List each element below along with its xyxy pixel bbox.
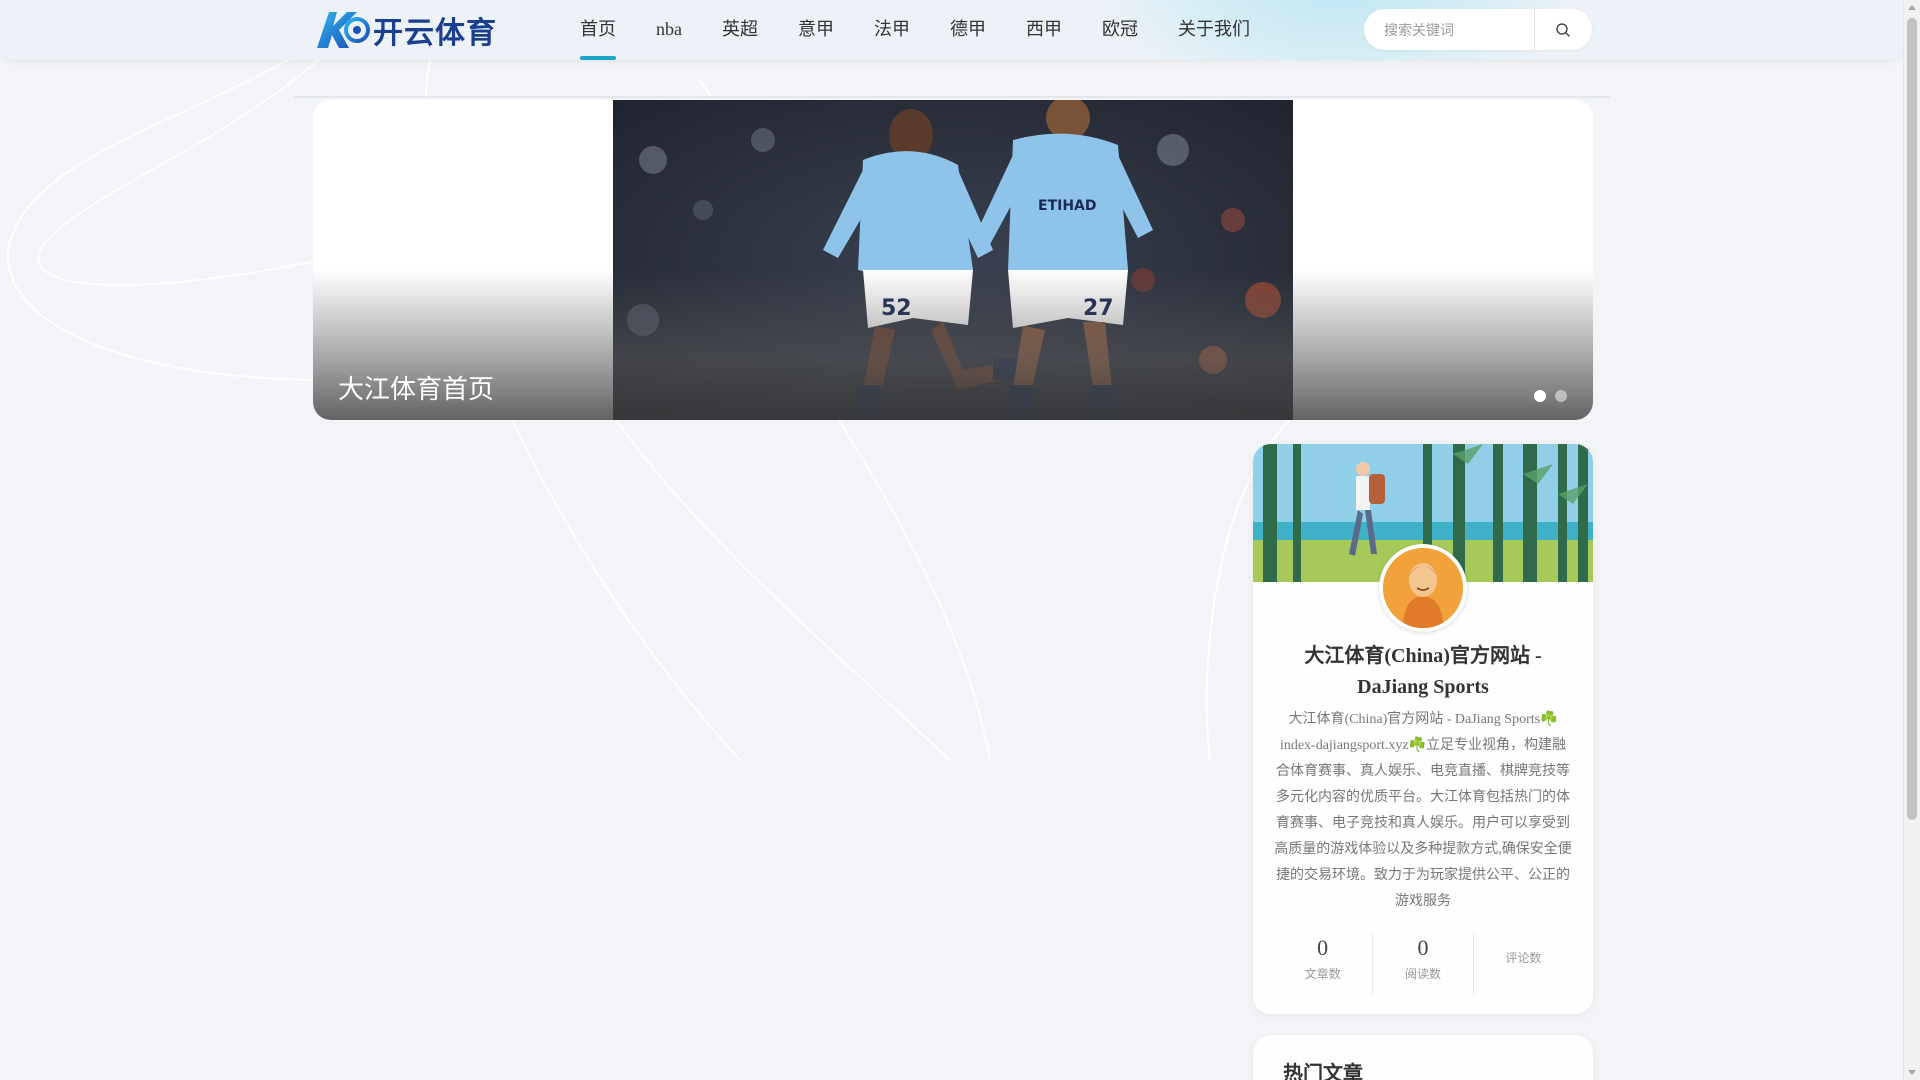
stat-reads-count: 0 — [1417, 935, 1429, 960]
banner-dot-1[interactable] — [1534, 390, 1546, 402]
nav-item-about-us[interactable]: 关于我们 — [1178, 0, 1250, 60]
stat-articles-label: 文章数 — [1304, 967, 1341, 981]
stat-comments-label: 评论数 — [1505, 951, 1542, 965]
search-icon — [1556, 22, 1570, 37]
banner-pagination — [1534, 390, 1567, 402]
nav-item-bundesliga[interactable]: 德甲 — [950, 0, 986, 60]
main-nav: 首页 nba 英超 意甲 法甲 德甲 西甲 欧冠 关于我们 — [560, 0, 1270, 60]
svg-text:ETIHAD: ETIHAD — [1038, 198, 1097, 214]
stat-comments: 评论数 — [1474, 934, 1573, 994]
scrollbar-thumb[interactable] — [1907, 18, 1917, 820]
stat-articles: 0 文章数 — [1273, 934, 1374, 994]
search-button[interactable] — [1535, 9, 1591, 50]
banner-dot-2[interactable] — [1555, 390, 1567, 402]
nav-item-serie-a[interactable]: 意甲 — [798, 0, 834, 60]
nav-item-home[interactable]: 首页 — [580, 0, 616, 60]
profile-avatar[interactable] — [1379, 544, 1467, 632]
hot-articles-card: 热门文章 — [1253, 1035, 1593, 1080]
nav-item-la-liga[interactable]: 西甲 — [1026, 0, 1062, 60]
nav-item-premier-league[interactable]: 英超 — [722, 0, 758, 60]
profile-site-name: 大江体育(China)官方网站 - DaJiang Sports — [1304, 645, 1542, 698]
banner-carousel[interactable]: 52 ETIHAD 27 大江体育首页 — [313, 100, 1593, 420]
scroll-up-arrow-icon[interactable] — [1908, 5, 1916, 10]
stat-reads-label: 阅读数 — [1404, 967, 1441, 981]
scroll-down-arrow-icon[interactable] — [1908, 1070, 1916, 1075]
nav-item-nba[interactable]: nba — [656, 0, 682, 60]
profile-card: 大江体育(China)官方网站 - DaJiang Sports 大江体育(Ch… — [1253, 444, 1593, 1014]
header-divider — [294, 96, 1610, 98]
banner-overlay — [313, 270, 1593, 420]
stat-reads: 0 阅读数 — [1373, 934, 1474, 994]
site-logo[interactable]: 开云体育 — [313, 8, 497, 52]
nav-item-champions-league[interactable]: 欧冠 — [1102, 0, 1138, 60]
site-header: 开云体育 首页 nba 英超 意甲 法甲 德甲 西甲 欧冠 关于我们 — [0, 0, 1903, 60]
logo-mark-icon — [313, 8, 371, 52]
stat-articles-count: 0 — [1317, 935, 1329, 960]
nav-item-ligue-1[interactable]: 法甲 — [874, 0, 910, 60]
hot-articles-title: 热门文章 — [1283, 1061, 1363, 1080]
logo-text: 开云体育 — [373, 16, 497, 51]
page-scrollbar[interactable] — [1903, 0, 1920, 1080]
search-input[interactable] — [1364, 10, 1534, 49]
search-box — [1364, 9, 1592, 50]
profile-description: 大江体育(China)官方网站 - DaJiang Sports☘️index-… — [1274, 712, 1572, 909]
banner-caption[interactable]: 大江体育首页 — [338, 369, 494, 406]
profile-stats: 0 文章数 0 阅读数 评论数 — [1253, 934, 1593, 994]
